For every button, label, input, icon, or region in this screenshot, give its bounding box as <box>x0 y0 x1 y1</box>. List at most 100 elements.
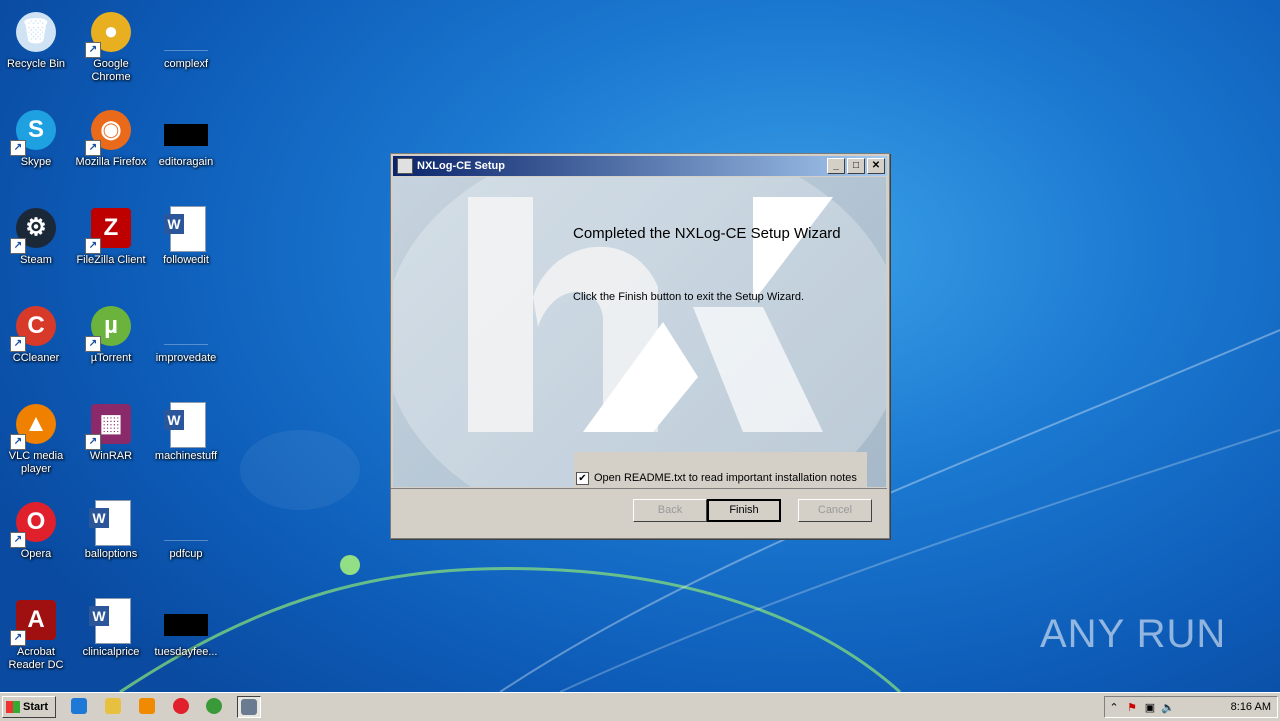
explorer-taskbar-button[interactable] <box>102 696 124 716</box>
shortcut-arrow-icon: ↗ <box>85 238 101 254</box>
desktop-icon-label: Steam <box>20 254 52 266</box>
shortcut-arrow-icon: ↗ <box>10 336 26 352</box>
desktop-icon-label: editoragain <box>158 156 214 168</box>
desktop-icon[interactable]: C ↗ CCleaner <box>0 302 74 365</box>
desktop-icon-label: complexf <box>163 58 209 70</box>
desktop-icon-label: machinestuff <box>154 450 218 462</box>
setup-taskbar-button[interactable] <box>237 696 261 718</box>
desktop-icon[interactable]: Z ↗ FileZilla Client <box>73 204 149 267</box>
shortcut-arrow-icon: ↗ <box>10 140 26 156</box>
blank-file-icon <box>162 302 210 350</box>
desktop-icon-label: Mozilla Firefox <box>75 156 147 168</box>
blank-file-icon <box>162 8 210 56</box>
readme-checkbox[interactable]: ✔ <box>576 471 589 485</box>
desktop-icon[interactable]: Wfollowedit <box>148 204 224 267</box>
desktop-icon[interactable]: complexf <box>148 8 224 71</box>
nxlog-logo <box>393 177 886 487</box>
start-button[interactable]: Start <box>2 696 56 718</box>
word-doc-icon: W <box>87 498 135 546</box>
desktop-icon-label: WinRAR <box>89 450 133 462</box>
desktop-icon-label: Skype <box>20 156 52 168</box>
desktop-icon[interactable]: S ↗ Skype <box>0 106 74 169</box>
shortcut-arrow-icon: ↗ <box>85 42 101 58</box>
minimize-button[interactable]: _ <box>827 158 845 174</box>
volume-icon[interactable]: 🔈 <box>1159 701 1177 714</box>
utorrent-icon: µ ↗ <box>85 302 135 352</box>
chrome-taskbar-button[interactable] <box>203 696 225 716</box>
desktop-icon[interactable]: O ↗ Opera <box>0 498 74 561</box>
desktop-icon[interactable]: A ↗ Acrobat Reader DC <box>0 596 74 672</box>
vlc-icon: ▲ ↗ <box>10 400 60 450</box>
setup-icon <box>241 699 257 715</box>
chrome-icon <box>206 698 222 714</box>
maximize-button[interactable]: □ <box>847 158 865 174</box>
desktop-icon-label: followedit <box>163 254 209 266</box>
word-doc-icon: W <box>162 204 210 252</box>
opera-taskbar-button[interactable] <box>170 696 192 716</box>
desktop-icon[interactable]: µ ↗ µTorrent <box>73 302 149 365</box>
shortcut-arrow-icon: ↗ <box>10 238 26 254</box>
winrar-icon: ▦ ↗ <box>85 400 135 450</box>
desktop-icon-label: clinicalprice <box>82 646 140 658</box>
desktop-icon-label: balloptions <box>84 548 138 560</box>
explorer-icon <box>105 698 121 714</box>
desktop-icon[interactable]: 🗑 Recycle Bin <box>0 8 74 71</box>
readme-option[interactable]: ✔ Open README.txt to read important inst… <box>574 452 867 487</box>
media-player-taskbar-button[interactable] <box>136 696 158 716</box>
firefox-icon: ◉ ↗ <box>85 106 135 156</box>
desktop-icon[interactable]: ⚙ ↗ Steam <box>0 204 74 267</box>
blank-file-icon <box>162 498 210 546</box>
desktop-icon-label: Opera <box>20 548 52 560</box>
network-icon[interactable]: ▣ <box>1141 701 1159 714</box>
wizard-heading: Completed the NXLog-CE Setup Wizard <box>573 225 841 242</box>
setup-icon <box>397 158 413 174</box>
desktop-icon[interactable]: Wclinicalprice <box>73 596 149 659</box>
desktop-icon-label: FileZilla Client <box>76 254 146 266</box>
dialog-button-bar: Back Finish Cancel <box>391 488 887 537</box>
wizard-banner: Completed the NXLog-CE Setup Wizard Clic… <box>393 177 886 487</box>
clock[interactable]: 8:16 AM <box>1231 701 1271 713</box>
readme-checkbox-label[interactable]: Open README.txt to read important instal… <box>594 472 857 484</box>
setup-dialog: NXLog-CE Setup _ □ ✕ Completed the NXLog… <box>390 153 890 539</box>
skype-icon: S ↗ <box>10 106 60 156</box>
show-desktop-button[interactable] <box>1274 693 1280 721</box>
acrobat-icon: A ↗ <box>10 596 60 646</box>
tray-expand-icon[interactable]: ⌃ <box>1105 701 1123 714</box>
desktop-icon[interactable]: editoragain <box>148 106 224 169</box>
back-button[interactable]: Back <box>633 499 707 522</box>
desktop-icon-label: CCleaner <box>12 352 60 364</box>
desktop-icon-label: Acrobat Reader DC <box>8 646 64 671</box>
desktop-icon[interactable]: ▲ ↗ VLC media player <box>0 400 74 476</box>
word-doc-icon: W <box>162 400 210 448</box>
recycle-bin-icon: 🗑 <box>12 8 60 56</box>
action-center-icon[interactable]: ⚑ <box>1123 701 1141 714</box>
desktop-icon-label: pdfcup <box>169 548 203 560</box>
shortcut-arrow-icon: ↗ <box>85 336 101 352</box>
desktop-icon[interactable]: ▦ ↗ WinRAR <box>73 400 149 463</box>
desktop-icon[interactable]: improvedate <box>148 302 224 365</box>
desktop-icon[interactable]: Wballoptions <box>73 498 149 561</box>
desktop-icon[interactable]: pdfcup <box>148 498 224 561</box>
black-file-icon <box>162 106 210 154</box>
dialog-titlebar[interactable]: NXLog-CE Setup _ □ ✕ <box>393 156 887 176</box>
desktop-icon[interactable]: tuesdayfee... <box>148 596 224 659</box>
dialog-title: NXLog-CE Setup <box>417 160 505 172</box>
desktop-icon[interactable]: ◉ ↗ Mozilla Firefox <box>73 106 149 169</box>
anyrun-watermark: ANY RUN <box>1040 612 1226 657</box>
cancel-button[interactable]: Cancel <box>798 499 872 522</box>
finish-button[interactable]: Finish <box>707 499 781 522</box>
close-button[interactable]: ✕ <box>867 158 885 174</box>
start-label: Start <box>23 701 49 713</box>
desktop-icon[interactable]: Wmachinestuff <box>148 400 224 463</box>
desktop-icon-label: tuesdayfee... <box>154 646 218 658</box>
shortcut-arrow-icon: ↗ <box>10 630 26 646</box>
opera-icon <box>173 698 189 714</box>
ie-taskbar-button[interactable] <box>68 696 90 716</box>
filezilla-icon: Z ↗ <box>85 204 135 254</box>
watermark-text: ANY RUN <box>1040 612 1227 656</box>
black-file-icon <box>162 596 210 644</box>
desktop-icon[interactable]: ● ↗ Google Chrome <box>73 8 149 84</box>
system-tray: ⌃ ⚑ ▣ 🔈 8:16 AM <box>1104 696 1278 718</box>
desktop-icon-label: Recycle Bin <box>6 58 66 70</box>
desktop-icon-label: Google Chrome <box>91 58 131 83</box>
